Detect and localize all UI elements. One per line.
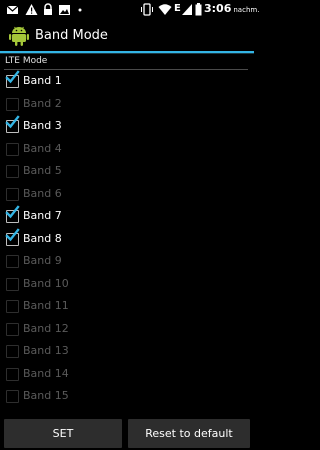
- battery-icon: [195, 3, 202, 16]
- band-checkbox[interactable]: [6, 345, 19, 358]
- band-label: Band 7: [23, 209, 62, 222]
- band-label: Band 10: [23, 276, 69, 290]
- band-row[interactable]: Band 11: [0, 296, 254, 318]
- wifi-icon: [158, 4, 172, 15]
- reset-to-default-button[interactable]: Reset to default: [128, 419, 250, 448]
- band-row[interactable]: Band 5: [0, 161, 254, 183]
- status-bar: E 3:06 nachm.: [0, 0, 259, 20]
- band-checkbox[interactable]: [6, 277, 19, 291]
- band-checkbox[interactable]: [6, 187, 19, 201]
- android-icon: [9, 26, 29, 46]
- band-row[interactable]: Band 1: [0, 70, 254, 93]
- band-label: Band 1: [23, 74, 62, 87]
- band-label: Band 15: [23, 389, 69, 402]
- band-row[interactable]: Band 6: [0, 184, 254, 206]
- band-row[interactable]: Band 9: [0, 251, 254, 273]
- band-row[interactable]: Band 4: [0, 139, 254, 161]
- vibrate-icon: [141, 3, 153, 16]
- band-label: Band 5: [23, 164, 62, 177]
- band-checkbox[interactable]: [6, 300, 19, 313]
- band-checkbox[interactable]: [6, 142, 19, 156]
- network-type-label: E: [174, 3, 181, 14]
- checkmark-icon: [5, 205, 20, 219]
- band-label: Band 4: [23, 141, 62, 155]
- band-row[interactable]: Band 7: [0, 205, 254, 228]
- band-label: Band 13: [23, 344, 69, 357]
- mail-icon: [6, 5, 19, 14]
- band-row[interactable]: Band 2: [0, 94, 254, 116]
- band-checkbox[interactable]: [6, 367, 19, 381]
- band-row[interactable]: Band 13: [0, 341, 254, 363]
- band-row[interactable]: Band 12: [0, 319, 254, 341]
- section-divider: [4, 69, 248, 70]
- band-label: Band 2: [23, 96, 62, 110]
- action-bar-divider-shadow: [0, 53, 254, 54]
- band-checkbox[interactable]: [6, 390, 19, 403]
- lock-icon: [44, 3, 52, 15]
- signal-icon: [182, 4, 192, 15]
- checkmark-icon: [5, 115, 20, 129]
- band-row[interactable]: Band 14: [0, 364, 254, 386]
- set-button[interactable]: SET: [4, 419, 122, 448]
- band-label: Band 14: [23, 366, 69, 380]
- band-checkbox[interactable]: [6, 322, 19, 336]
- band-checkbox[interactable]: [6, 97, 19, 111]
- status-time: 3:06 nachm.: [204, 2, 260, 15]
- band-row[interactable]: Band 10: [0, 274, 254, 296]
- band-row[interactable]: Band 8: [0, 227, 254, 251]
- warning-icon: [25, 4, 38, 15]
- band-checkbox[interactable]: [6, 255, 19, 268]
- dot-icon: [78, 8, 82, 12]
- band-row[interactable]: Band 15: [0, 386, 254, 408]
- band-label: Band 6: [23, 186, 62, 200]
- band-checkbox[interactable]: [6, 165, 19, 178]
- section-header: LTE Mode: [5, 56, 48, 66]
- band-row[interactable]: Band 3: [0, 115, 254, 138]
- band-label: Band 9: [23, 254, 62, 267]
- band-label: Band 8: [23, 231, 62, 245]
- checkmark-icon: [5, 227, 20, 241]
- band-label: Band 12: [23, 321, 69, 335]
- image-icon: [59, 5, 70, 15]
- checkmark-icon: [5, 70, 20, 84]
- band-label: Band 11: [23, 299, 69, 312]
- page-title: Band Mode: [35, 28, 108, 43]
- band-label: Band 3: [23, 119, 62, 132]
